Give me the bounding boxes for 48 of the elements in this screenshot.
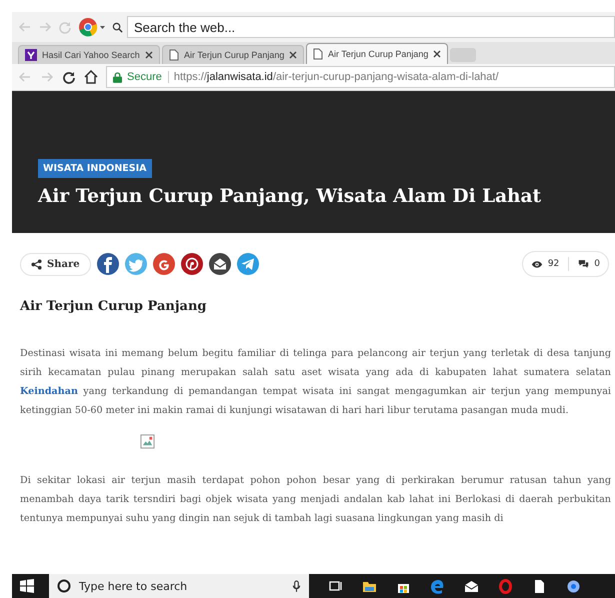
yahoo-icon xyxy=(25,49,37,61)
browser-tab[interactable]: Air Terjun Curup Panjang xyxy=(162,45,304,64)
share-button[interactable]: Share xyxy=(20,252,91,276)
page-icon xyxy=(313,48,323,60)
comment-count: 0 xyxy=(594,259,600,269)
tab-title: Air Terjun Curup Panjang xyxy=(184,50,284,60)
edge-icon[interactable] xyxy=(430,578,445,594)
section-heading: Air Terjun Curup Panjang xyxy=(20,299,208,314)
share-icon xyxy=(31,258,42,270)
task-view-icon[interactable] xyxy=(328,578,343,594)
microphone-icon[interactable] xyxy=(292,580,301,592)
ring-icon[interactable] xyxy=(498,578,513,594)
circle-icon xyxy=(57,579,71,593)
tab-title: Air Terjun Curup Panjang xyxy=(328,49,428,59)
article-title: Air Terjun Curup Panjang, Wisata Alam Di Lahat xyxy=(38,186,542,207)
lock-icon xyxy=(113,72,122,82)
browser-tab[interactable]: Air Terjun Curup Panjang xyxy=(306,43,448,64)
browser-icon[interactable] xyxy=(566,578,581,594)
search-icon xyxy=(112,22,123,32)
tab-title: Hasil Cari Yahoo Search xyxy=(42,50,140,60)
paragraph: Di sekitar lokasi air terjun masih terdapat pohon pohon besar yang di perkirakan berumur ratusan tahun yang menambah daya tarik tersndiri bagi objek wisata yang menjadi andalan kab lahat ini Berlokasi di daerah perbukitan tentunya mempunyai suhu yang dingin nan sejuk di tambah lagi suasana lingkungan yang masih di xyxy=(20,474,611,526)
address-field[interactable]: Secure https://jalanwisata.id/air-terjun-curup-panjang-wisata-alam-di-lahat/ xyxy=(106,66,615,88)
close-icon[interactable] xyxy=(145,51,153,59)
paragraph: Destinasi wisata ini memang belum begitu familiar di telinga para pelancong air terjun yang terletak di desa tanjung sirih kecamatan pulau pinang merupakan salah satu aset wisata yang ada di kabupaten lahat sumatera selatan Keindahan yang terkandung di pemandangan tempat wisata ini sangat mengagumkan air terjun yang mempunyai ketinggian 50-60 meter ini makin ramai di kunjungi wisatawan di hari hari libur terutama pasangan muda mudi. xyxy=(20,347,611,418)
g-letter-icon[interactable] xyxy=(152,253,175,275)
search-field[interactable]: Search the web... xyxy=(127,16,615,38)
close-icon[interactable] xyxy=(289,51,297,59)
taskbar-search-field[interactable]: Type here to search xyxy=(49,574,309,598)
secure-label: Secure xyxy=(127,71,169,83)
document-icon[interactable] xyxy=(532,578,547,594)
paper-plane-icon[interactable] xyxy=(236,253,259,275)
eye-icon xyxy=(530,260,543,268)
page-icon xyxy=(169,49,179,61)
windows-icon[interactable] xyxy=(20,579,34,593)
view-count: 92 xyxy=(548,259,560,269)
envelope-icon[interactable] xyxy=(208,253,231,275)
pin-icon[interactable] xyxy=(180,253,203,275)
close-icon[interactable] xyxy=(433,50,441,58)
comments-icon xyxy=(578,259,590,269)
url-text: https://jalanwisata.id/air-terjun-curup-panjang-wisata-alam-di-lahat/ xyxy=(174,71,499,83)
mail-icon[interactable] xyxy=(464,578,479,594)
browser-logo-icon[interactable] xyxy=(78,17,106,37)
facebook-icon[interactable] xyxy=(96,253,119,275)
category-label[interactable]: WISATA INDONESIA xyxy=(38,159,152,178)
home-icon[interactable] xyxy=(84,70,98,84)
browser-tab[interactable]: Hasil Cari Yahoo Search xyxy=(18,45,160,64)
reload-icon[interactable] xyxy=(62,70,76,84)
broken-image-icon xyxy=(140,434,155,449)
